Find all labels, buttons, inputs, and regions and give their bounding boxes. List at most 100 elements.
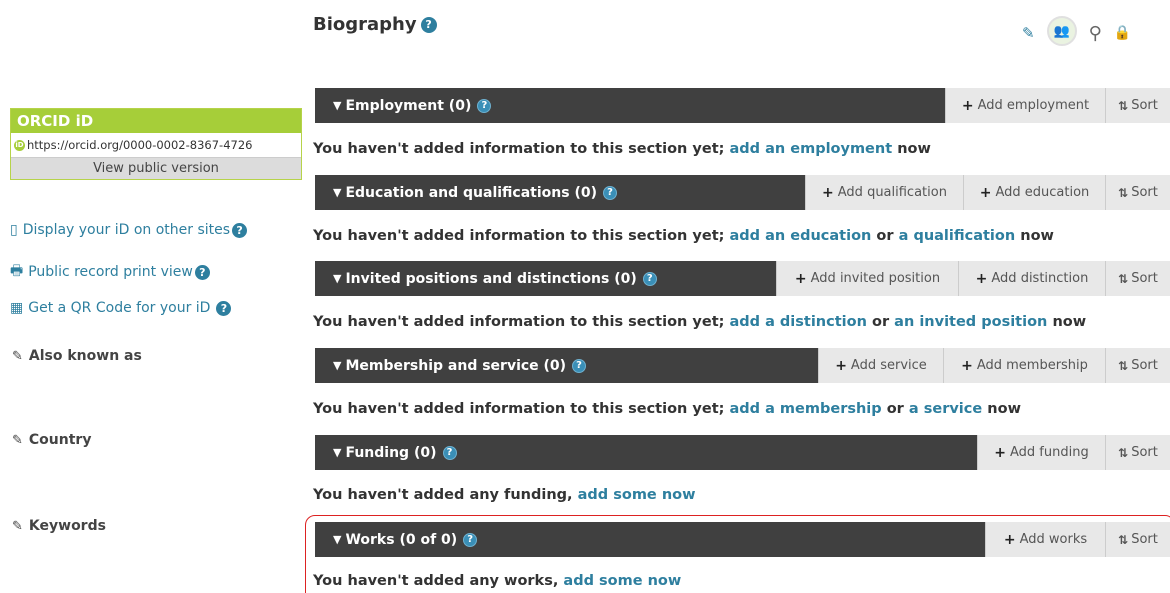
help-icon[interactable]: ?	[232, 222, 248, 238]
pencil-icon[interactable]: ✎	[12, 433, 23, 448]
add-funding-button[interactable]: + Add funding	[977, 435, 1105, 470]
add-funding-link[interactable]: add some now	[578, 487, 696, 503]
mobile-icon: ▯	[10, 222, 18, 238]
works-title[interactable]: Works (0 of 0)	[345, 532, 457, 548]
add-distinction-link[interactable]: add a distinction	[730, 314, 867, 330]
sort-button[interactable]: ⇅ Sort	[1105, 435, 1170, 470]
sort-icon: ⇅	[1118, 358, 1129, 373]
add-distinction-button[interactable]: + Add distinction	[958, 261, 1105, 296]
add-works-label[interactable]: Add works	[1020, 532, 1088, 547]
add-employment-label[interactable]: Add employment	[978, 98, 1089, 113]
employment-toggle[interactable]: ▼ Employment (0) ?	[315, 88, 945, 123]
pencil-icon[interactable]: ✎	[12, 519, 23, 534]
trusted-visibility-icon[interactable]: ⚲	[1089, 23, 1102, 44]
help-icon[interactable]: ?	[463, 532, 478, 547]
add-works-button[interactable]: + Add works	[985, 522, 1105, 557]
help-icon[interactable]: ?	[603, 185, 618, 200]
add-education-link[interactable]: add an education	[730, 228, 872, 244]
orcid-url-text[interactable]: https://orcid.org/0000-0002-8367-4726	[27, 138, 252, 152]
sort-label[interactable]: Sort	[1131, 98, 1158, 113]
add-education-label[interactable]: Add education	[995, 185, 1089, 200]
employment-empty-message: You haven't added information to this se…	[313, 141, 931, 157]
add-employment-button[interactable]: + Add employment	[945, 88, 1105, 123]
add-qualification-link[interactable]: a qualification	[899, 228, 1016, 244]
edit-pencil-icon[interactable]: ✎	[1022, 24, 1035, 42]
funding-empty-message: You haven't added any funding, add some …	[313, 487, 696, 503]
sort-button[interactable]: ⇅ Sort	[1105, 522, 1170, 557]
sort-label[interactable]: Sort	[1131, 358, 1158, 373]
sort-button[interactable]: ⇅ Sort	[1105, 261, 1170, 296]
sort-button[interactable]: ⇅ Sort	[1105, 348, 1170, 383]
add-membership-link[interactable]: add a membership	[730, 401, 882, 417]
works-toggle[interactable]: ▼ Works (0 of 0) ?	[315, 522, 985, 557]
help-icon[interactable]: ?	[642, 271, 657, 286]
help-icon[interactable]: ?	[572, 358, 587, 373]
add-qualification-button[interactable]: + Add qualification	[805, 175, 963, 210]
plus-icon: +	[961, 357, 973, 374]
sort-label[interactable]: Sort	[1131, 185, 1158, 200]
chevron-down-icon[interactable]: ▼	[333, 359, 341, 372]
country-edit[interactable]: ✎ Country	[12, 432, 91, 448]
display-id-label[interactable]: Display your iD on other sites	[23, 222, 230, 238]
add-employment-link[interactable]: add an employment	[730, 141, 893, 157]
sort-button[interactable]: ⇅ Sort	[1105, 175, 1170, 210]
keywords-edit[interactable]: ✎ Keywords	[12, 518, 106, 534]
add-qualification-label[interactable]: Add qualification	[838, 185, 947, 200]
lock-icon[interactable]: 🔒	[1114, 25, 1131, 41]
message-text: You haven't added any funding,	[313, 487, 573, 503]
sort-label[interactable]: Sort	[1131, 532, 1158, 547]
education-toggle[interactable]: ▼ Education and qualifications (0) ?	[315, 175, 805, 210]
everyone-visibility-icon[interactable]: 👥	[1046, 16, 1077, 46]
chevron-down-icon[interactable]: ▼	[333, 99, 341, 112]
membership-toggle[interactable]: ▼ Membership and service (0) ?	[315, 348, 818, 383]
funding-section-bar: ▼ Funding (0) ? + Add funding ⇅ Sort	[315, 435, 1170, 470]
add-service-button[interactable]: + Add service	[818, 348, 943, 383]
display-id-link[interactable]: ▯ Display your iD on other sites ?	[10, 222, 248, 238]
employment-title[interactable]: Employment (0)	[345, 98, 471, 114]
add-funding-label[interactable]: Add funding	[1010, 445, 1089, 460]
add-membership-label[interactable]: Add membership	[977, 358, 1088, 373]
membership-title[interactable]: Membership and service (0)	[345, 358, 566, 374]
add-distinction-label[interactable]: Add distinction	[991, 271, 1088, 286]
add-education-button[interactable]: + Add education	[963, 175, 1105, 210]
add-membership-button[interactable]: + Add membership	[943, 348, 1105, 383]
chevron-down-icon[interactable]: ▼	[333, 446, 341, 459]
help-icon[interactable]: ?	[477, 98, 492, 113]
chevron-down-icon[interactable]: ▼	[333, 272, 341, 285]
add-service-link[interactable]: a service	[909, 401, 982, 417]
help-icon[interactable]: ?	[420, 16, 437, 33]
plus-icon: +	[822, 184, 834, 201]
help-icon[interactable]: ?	[442, 445, 457, 460]
education-title[interactable]: Education and qualifications (0)	[345, 185, 597, 201]
qr-code-link[interactable]: ▦ Get a QR Code for your iD ?	[10, 300, 232, 316]
chevron-down-icon[interactable]: ▼	[333, 533, 341, 546]
biography-title-text: Biography	[313, 14, 417, 35]
add-invited-position-button[interactable]: + Add invited position	[776, 261, 958, 296]
help-icon[interactable]: ?	[194, 264, 210, 280]
funding-title[interactable]: Funding (0)	[345, 445, 436, 461]
add-invited-position-label[interactable]: Add invited position	[811, 271, 940, 286]
membership-empty-message: You haven't added information to this se…	[313, 401, 1021, 417]
print-view-label[interactable]: Public record print view	[28, 264, 193, 280]
add-invited-position-link[interactable]: an invited position	[894, 314, 1047, 330]
help-icon[interactable]: ?	[216, 300, 232, 316]
print-view-link[interactable]: 🖶 Public record print view ?	[10, 260, 210, 284]
qr-code-label[interactable]: Get a QR Code for your iD	[28, 300, 210, 316]
sort-button[interactable]: ⇅ Sort	[1105, 88, 1170, 123]
pencil-icon[interactable]: ✎	[12, 349, 23, 364]
also-known-as-edit[interactable]: ✎ Also known as	[12, 348, 142, 364]
view-public-version-button[interactable]: View public version	[11, 157, 301, 179]
plus-icon: +	[994, 444, 1006, 461]
add-works-link[interactable]: add some now	[563, 573, 681, 589]
chevron-down-icon[interactable]: ▼	[333, 186, 341, 199]
add-service-label[interactable]: Add service	[851, 358, 927, 373]
message-text: or	[871, 314, 890, 330]
funding-toggle[interactable]: ▼ Funding (0) ?	[315, 435, 977, 470]
invited-positions-toggle[interactable]: ▼ Invited positions and distinctions (0)…	[315, 261, 776, 296]
orcid-url[interactable]: iD https://orcid.org/0000-0002-8367-4726	[11, 133, 301, 157]
invited-positions-title[interactable]: Invited positions and distinctions (0)	[345, 271, 636, 287]
works-section-bar: ▼ Works (0 of 0) ? + Add works ⇅ Sort	[315, 522, 1170, 557]
plus-icon: +	[979, 184, 992, 201]
sort-label[interactable]: Sort	[1131, 271, 1158, 286]
sort-label[interactable]: Sort	[1131, 445, 1158, 460]
